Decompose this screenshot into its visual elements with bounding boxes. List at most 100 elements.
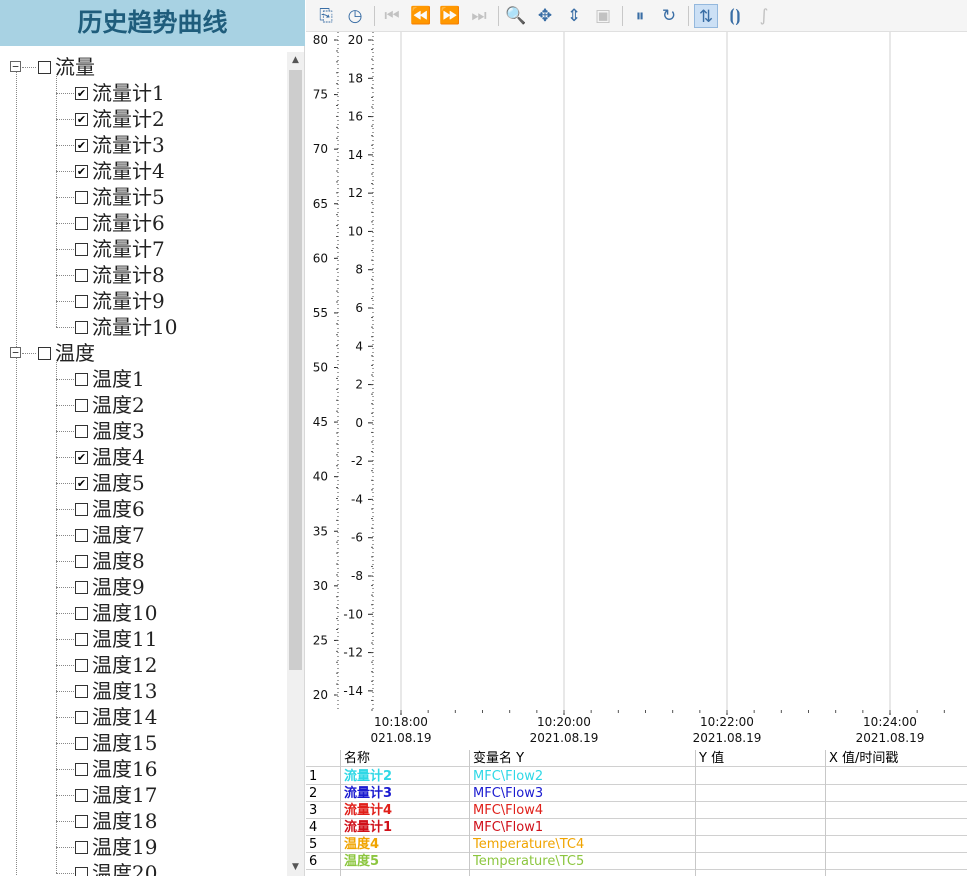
first-icon[interactable]: ⏮ xyxy=(380,4,404,28)
legend-row[interactable] xyxy=(306,870,967,876)
legend-header-cell[interactable]: 变量名 Y xyxy=(473,750,693,767)
tree-item[interactable]: 流量计9 xyxy=(0,288,286,314)
collapse-icon[interactable]: − xyxy=(10,347,21,358)
tree-item[interactable]: 温度19 xyxy=(0,834,286,860)
tree-group[interactable]: − 流量 xyxy=(0,54,286,80)
item-checkbox[interactable] xyxy=(75,737,88,750)
item-checkbox[interactable]: ✔ xyxy=(75,139,88,152)
scroll-down-icon[interactable]: ▼ xyxy=(287,859,304,876)
y-axis-left-tick-label: 25 xyxy=(313,633,328,647)
item-checkbox[interactable] xyxy=(75,763,88,776)
item-checkbox[interactable] xyxy=(75,581,88,594)
item-checkbox[interactable] xyxy=(75,529,88,542)
item-checkbox[interactable]: ✔ xyxy=(75,165,88,178)
tree-item[interactable]: 温度7 xyxy=(0,522,286,548)
group-checkbox[interactable] xyxy=(38,347,51,360)
tree-item[interactable]: 流量计10 xyxy=(0,314,286,340)
item-checkbox[interactable] xyxy=(75,841,88,854)
clock-icon[interactable]: ◷ xyxy=(343,4,367,28)
item-checkbox[interactable] xyxy=(75,243,88,256)
fit-icon[interactable]: ▣ xyxy=(591,4,615,28)
last-icon[interactable]: ⏭ xyxy=(467,4,491,28)
item-checkbox[interactable]: ✔ xyxy=(75,87,88,100)
tree-item[interactable]: ✔ 流量计1 xyxy=(0,80,286,106)
item-checkbox[interactable] xyxy=(75,633,88,646)
tree-item[interactable]: ✔ 流量计4 xyxy=(0,158,286,184)
zoom-icon[interactable]: 🔍 xyxy=(504,4,528,28)
function-icon[interactable]: ∫ xyxy=(752,4,776,28)
rewind-icon[interactable]: ⏪ xyxy=(409,4,433,28)
tree-item[interactable]: 温度14 xyxy=(0,704,286,730)
collapse-icon[interactable]: − xyxy=(10,61,21,72)
item-checkbox[interactable] xyxy=(75,711,88,724)
legend-row[interactable]: 5 温度4 Temperature\TC4 xyxy=(306,836,967,853)
tree-item[interactable]: 温度6 xyxy=(0,496,286,522)
legend-header-cell[interactable]: 名称 xyxy=(344,750,467,767)
refresh-icon[interactable]: ↻ xyxy=(657,4,681,28)
item-checkbox[interactable] xyxy=(75,685,88,698)
item-checkbox[interactable] xyxy=(75,373,88,386)
tree-item[interactable]: ✔ 温度4 xyxy=(0,444,286,470)
tree-item[interactable]: 温度1 xyxy=(0,366,286,392)
item-checkbox[interactable] xyxy=(75,191,88,204)
item-checkbox[interactable] xyxy=(75,269,88,282)
item-checkbox[interactable] xyxy=(75,295,88,308)
legend-header-cell[interactable]: Y 值 xyxy=(699,750,823,767)
export-icon[interactable]: ⎘ xyxy=(314,4,338,28)
tree-item[interactable]: 流量计5 xyxy=(0,184,286,210)
item-checkbox[interactable]: ✔ xyxy=(75,477,88,490)
tree-item[interactable]: 温度8 xyxy=(0,548,286,574)
scroll-thumb[interactable] xyxy=(289,70,302,670)
item-checkbox[interactable]: ✔ xyxy=(75,451,88,464)
item-checkbox[interactable] xyxy=(75,607,88,620)
item-checkbox[interactable] xyxy=(75,555,88,568)
tree-item[interactable]: 温度20 xyxy=(0,860,286,876)
tree-item[interactable]: 温度2 xyxy=(0,392,286,418)
chart-canvas[interactable]: 8075706560555045403530252020181614121086… xyxy=(306,32,967,748)
range-icon[interactable]: ⦗⦘ xyxy=(723,4,747,28)
tree-item[interactable]: 温度3 xyxy=(0,418,286,444)
item-checkbox[interactable] xyxy=(75,503,88,516)
pan-icon[interactable]: ✥ xyxy=(533,4,557,28)
cursor-icon[interactable]: ⇅ xyxy=(694,4,718,28)
tree-item[interactable]: 温度13 xyxy=(0,678,286,704)
pause-icon[interactable]: ⏸ xyxy=(628,4,652,28)
group-checkbox[interactable] xyxy=(38,61,51,74)
legend-row[interactable]: 6 温度5 Temperature\TC5 xyxy=(306,853,967,870)
tree-item[interactable]: 温度12 xyxy=(0,652,286,678)
item-checkbox[interactable] xyxy=(75,425,88,438)
tree-item[interactable]: ✔ 温度5 xyxy=(0,470,286,496)
tree-item[interactable]: 温度18 xyxy=(0,808,286,834)
tree-group[interactable]: − 温度 xyxy=(0,340,286,366)
forward-icon[interactable]: ⏩ xyxy=(438,4,462,28)
tree-item[interactable]: 温度15 xyxy=(0,730,286,756)
item-checkbox[interactable]: ✔ xyxy=(75,113,88,126)
legend-header-cell[interactable]: X 值/时间戳 xyxy=(829,750,965,767)
trend-chart[interactable]: 80 75 70 65 60 55 50 45 40 35 30 25 20 20 18 16 14 12 10 8 6… xyxy=(306,32,967,748)
legend-row[interactable]: 1 流量计2 MFC\Flow2 xyxy=(306,768,967,785)
tree-scrollbar[interactable]: ▲ ▼ xyxy=(287,52,304,876)
legend-row[interactable]: 3 流量计4 MFC\Flow4 xyxy=(306,802,967,819)
tree-item[interactable]: 温度16 xyxy=(0,756,286,782)
item-checkbox[interactable] xyxy=(75,321,88,334)
item-checkbox[interactable] xyxy=(75,867,88,876)
tree-item[interactable]: 流量计7 xyxy=(0,236,286,262)
tree-item[interactable]: 温度11 xyxy=(0,626,286,652)
item-checkbox[interactable] xyxy=(75,789,88,802)
tree-item[interactable]: 流量计8 xyxy=(0,262,286,288)
legend-row[interactable]: 4 流量计1 MFC\Flow1 xyxy=(306,819,967,836)
scale-y-icon[interactable]: ⇕ xyxy=(562,4,586,28)
legend-row-index: 5 xyxy=(309,837,318,852)
tree-item[interactable]: 温度10 xyxy=(0,600,286,626)
item-checkbox[interactable] xyxy=(75,659,88,672)
legend-row[interactable]: 2 流量计3 MFC\Flow3 xyxy=(306,785,967,802)
scroll-up-icon[interactable]: ▲ xyxy=(287,52,304,69)
tree-item[interactable]: 温度9 xyxy=(0,574,286,600)
tree-item[interactable]: ✔ 流量计2 xyxy=(0,106,286,132)
item-checkbox[interactable] xyxy=(75,217,88,230)
tree-item[interactable]: ✔ 流量计3 xyxy=(0,132,286,158)
item-checkbox[interactable] xyxy=(75,815,88,828)
tree-item[interactable]: 温度17 xyxy=(0,782,286,808)
item-checkbox[interactable] xyxy=(75,399,88,412)
tree-item[interactable]: 流量计6 xyxy=(0,210,286,236)
